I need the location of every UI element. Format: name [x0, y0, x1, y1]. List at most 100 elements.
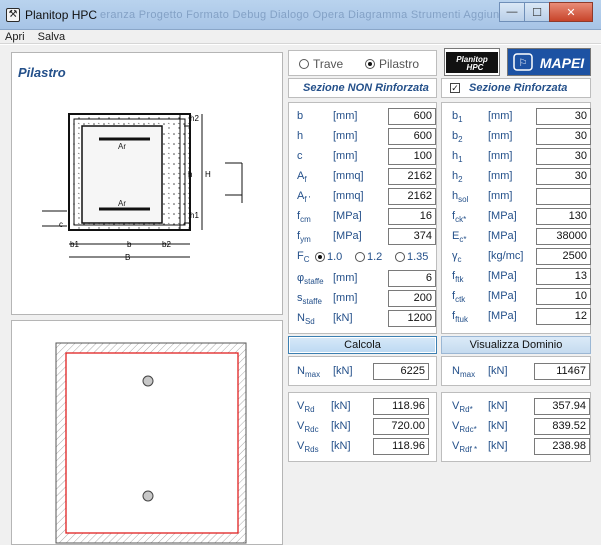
- result-right-row: VRdc* [kN] 839.52: [452, 418, 590, 436]
- param-right-row: γc [kg/mc] 2500: [452, 248, 591, 266]
- radio-pilastro-label: Pilastro: [379, 57, 420, 71]
- param-left-symbol: sstaffe: [297, 292, 322, 307]
- param-left-value[interactable]: 6: [388, 270, 436, 287]
- param-left-unit: [mm]: [333, 292, 358, 304]
- rinforzata-checkbox[interactable]: ✓: [450, 83, 460, 93]
- param-right-unit: [mm]: [488, 110, 513, 122]
- result-right-value: 238.98: [534, 438, 590, 455]
- result-left-row: VRds [kN] 118.96: [297, 438, 435, 456]
- param-left-symbol: h: [297, 130, 304, 142]
- result-right-value: 357.94: [534, 398, 590, 415]
- param-left-symbol: φstaffe: [297, 272, 324, 287]
- param-right-unit: [MPa]: [488, 270, 517, 282]
- param-right-symbol: h1: [452, 150, 463, 165]
- fc-option-dot[interactable]: [315, 252, 325, 262]
- result-right-row: VRd* [kN] 357.94: [452, 398, 590, 416]
- window-title: Planitop HPC: [25, 8, 98, 22]
- label-ar-bottom: Ar: [118, 199, 126, 208]
- param-left-value[interactable]: 374: [388, 228, 436, 245]
- label-h2: h2: [190, 114, 199, 123]
- param-left-unit: [mm]: [333, 272, 358, 284]
- param-right-unit: [MPa]: [488, 230, 517, 242]
- param-left-unit: [mm]: [333, 150, 358, 162]
- param-left-value[interactable]: 2162: [388, 168, 436, 185]
- param-left-value[interactable]: 100: [388, 148, 436, 165]
- param-right-unit: [MPa]: [488, 310, 517, 322]
- param-right-value[interactable]: 130: [536, 208, 591, 225]
- nmax-right-symbol: Nmax: [452, 365, 476, 380]
- param-left-value[interactable]: 600: [388, 128, 436, 145]
- param-right-symbol: hsol: [452, 190, 469, 205]
- client-area: Pilastro Ar Ar h2 h H h1 b1 b b2 B c Tra…: [0, 45, 601, 545]
- param-left-unit: [MPa]: [333, 210, 362, 222]
- fc-option-dot[interactable]: [355, 252, 365, 262]
- calcola-button[interactable]: Calcola: [288, 336, 437, 354]
- fc-option-dot[interactable]: [395, 252, 405, 262]
- param-right-value[interactable]: 30: [536, 128, 591, 145]
- close-icon[interactable]: ✕: [549, 2, 593, 22]
- fc-option-radio[interactable]: 1.0: [315, 251, 342, 263]
- param-left-row: c [mm] 100: [297, 148, 436, 166]
- param-left-symbol: c: [297, 150, 303, 162]
- results-left-box: VRd [kN] 118.96 VRdc [kN] 720.00 VRds [kN] 118.9…: [288, 392, 437, 462]
- minimize-icon[interactable]: —: [499, 2, 525, 22]
- result-left-row: VRd [kN] 118.96: [297, 398, 435, 416]
- nmax-left-value: 6225: [373, 363, 429, 380]
- radio-trave[interactable]: Trave: [299, 57, 343, 71]
- param-right-value[interactable]: 10: [536, 288, 591, 305]
- param-left-unit: [mm]: [333, 110, 358, 122]
- nmax-left-symbol: Nmax: [297, 365, 321, 380]
- result-left-unit: [kN]: [331, 420, 351, 432]
- param-right-row: h2 [mm] 30: [452, 168, 591, 186]
- param-right-value[interactable]: 30: [536, 148, 591, 165]
- param-left-unit: [mmq]: [333, 190, 364, 202]
- menu-apri[interactable]: Apri: [0, 30, 30, 44]
- param-left-row: Af [mmq] 2162: [297, 168, 436, 186]
- param-left-symbol: NSd: [297, 312, 315, 327]
- section-preview: [55, 342, 247, 544]
- fc-option-radio[interactable]: 1.2: [355, 251, 382, 263]
- planitop-logo: Planitop HPC: [444, 48, 500, 76]
- param-left-unit: [mm]: [333, 130, 358, 142]
- param-right-row: fctk [MPa] 10: [452, 288, 591, 306]
- result-left-symbol: VRdc: [297, 420, 319, 435]
- param-right-unit: [mm]: [488, 170, 513, 182]
- param-left-row: b [mm] 600: [297, 108, 436, 126]
- param-right-value[interactable]: 30: [536, 108, 591, 125]
- param-left-value[interactable]: 16: [388, 208, 436, 225]
- param-left-value[interactable]: 600: [388, 108, 436, 125]
- param-right-unit: [mm]: [488, 150, 513, 162]
- param-right-value[interactable]: 12: [536, 308, 591, 325]
- param-right-symbol: γc: [452, 250, 462, 265]
- planitop-logo-graphic: Planitop HPC: [446, 52, 498, 73]
- param-right-unit: [kg/mc]: [488, 250, 524, 262]
- params-left-box: b [mm] 600 h [mm] 600 c [mm] 100 Af [mmq] 2162 Af ' […: [288, 102, 437, 334]
- param-left-row: Af ' [mmq] 2162: [297, 188, 436, 206]
- label-c: c: [59, 220, 63, 229]
- param-left-value[interactable]: 1200: [388, 310, 436, 327]
- param-right-value[interactable]: 30: [536, 168, 591, 185]
- param-right-value[interactable]: [536, 188, 591, 205]
- param-right-value[interactable]: 2500: [536, 248, 591, 265]
- radio-pilastro-dot[interactable]: [365, 59, 375, 69]
- fc-option-radio[interactable]: 1.35: [395, 251, 428, 263]
- result-left-unit: [kN]: [331, 440, 351, 452]
- radio-trave-dot[interactable]: [299, 59, 309, 69]
- radio-pilastro[interactable]: Pilastro: [365, 57, 419, 71]
- menu-bar: Apri Salva: [0, 30, 601, 44]
- maximize-icon[interactable]: ☐: [524, 2, 550, 22]
- param-left-value[interactable]: 200: [388, 290, 436, 307]
- param-right-value[interactable]: 13: [536, 268, 591, 285]
- param-left-value[interactable]: 2162: [388, 188, 436, 205]
- visualizza-dominio-button[interactable]: Visualizza Dominio: [441, 336, 591, 354]
- result-right-unit: [kN]: [488, 400, 508, 412]
- section-drawing-panel: Pilastro Ar Ar h2 h H h1 b1 b b2 B c: [11, 52, 283, 315]
- param-left-unit: [kN]: [333, 312, 353, 324]
- param-right-symbol: b1: [452, 110, 463, 125]
- column-symbol: [225, 162, 243, 203]
- panel-title: Pilastro: [18, 65, 66, 80]
- label-H: H: [205, 170, 211, 179]
- menu-salva[interactable]: Salva: [33, 30, 71, 44]
- param-right-value[interactable]: 38000: [536, 228, 591, 245]
- param-left-symbol: Af ': [297, 190, 311, 205]
